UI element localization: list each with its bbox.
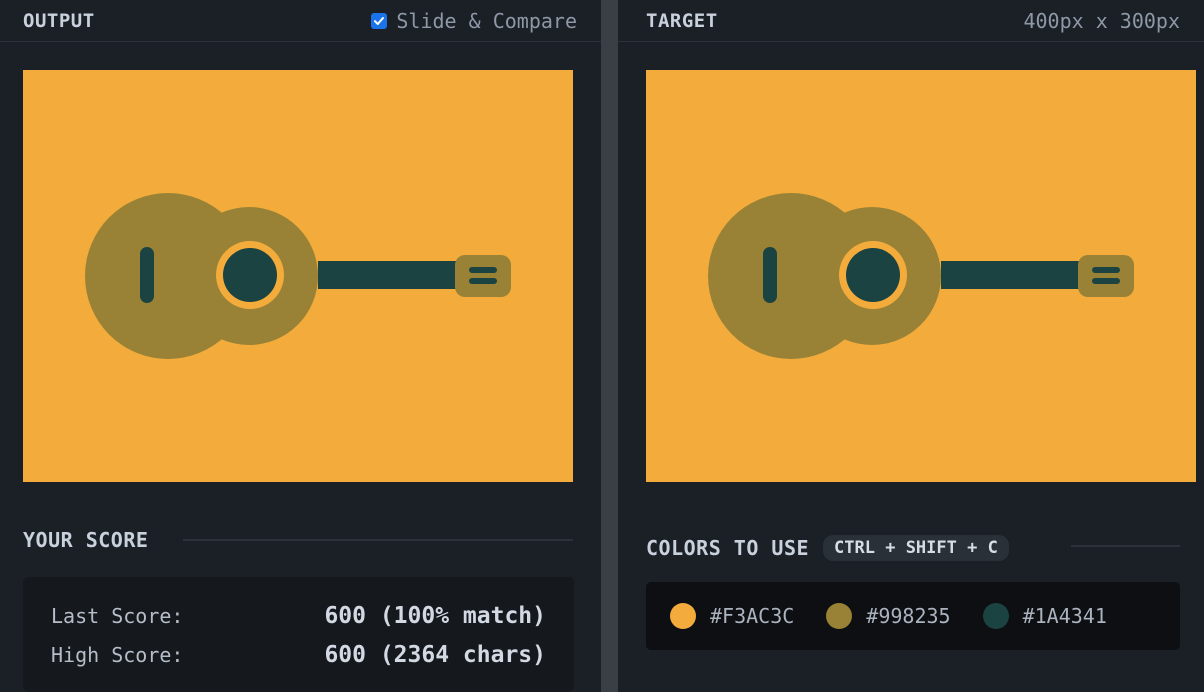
high-score-value: 600 (2364 chars) xyxy=(324,642,546,668)
color-swatch[interactable]: #F3AC3C xyxy=(670,603,794,629)
high-score-row: High Score: 600 (2364 chars) xyxy=(51,640,546,670)
high-score-label: High Score: xyxy=(51,643,184,667)
slide-compare-label: Slide & Compare xyxy=(396,8,577,33)
target-header: TARGET 400px x 300px xyxy=(618,0,1204,42)
guitar-soundhole xyxy=(223,248,277,302)
pane-splitter[interactable] xyxy=(601,0,618,692)
colors-section-header: COLORS TO USE CTRL + SHIFT + C xyxy=(646,535,1009,561)
output-pane: OUTPUT Slide & Compare YOUR SCORE Last S… xyxy=(0,0,601,692)
color-swatch[interactable]: #998235 xyxy=(826,603,951,629)
output-header: OUTPUT Slide & Compare xyxy=(0,0,601,42)
guitar-neck xyxy=(318,261,468,289)
output-canvas[interactable] xyxy=(23,70,573,482)
colors-divider xyxy=(1071,545,1180,547)
color-dot xyxy=(670,603,696,629)
last-score-value: 600 (100% match) xyxy=(324,603,546,629)
slide-compare-toggle[interactable]: Slide & Compare xyxy=(371,9,577,33)
color-dot xyxy=(826,603,853,629)
target-pane: TARGET 400px x 300px COLORS TO USE CTRL … xyxy=(618,0,1204,692)
last-score-row: Last Score: 600 (100% match) xyxy=(51,601,546,631)
copy-colors-shortcut-badge: CTRL + SHIFT + C xyxy=(823,535,1009,561)
score-divider xyxy=(183,539,573,541)
guitar-headstock xyxy=(455,255,511,297)
color-dot xyxy=(982,603,1009,629)
color-swatch-panel: #F3AC3C #998235 #1A4341 xyxy=(646,582,1180,650)
guitar-neck xyxy=(941,261,1091,289)
slide-compare-checkbox[interactable] xyxy=(371,12,388,29)
score-section-title: YOUR SCORE xyxy=(23,528,149,552)
target-dimensions: 400px x 300px xyxy=(1023,8,1180,33)
color-hex: #1A4341 xyxy=(1022,604,1107,628)
guitar-soundhole xyxy=(846,248,900,302)
guitar-headstock xyxy=(1078,255,1134,297)
color-hex: #F3AC3C xyxy=(710,604,795,628)
target-title: TARGET xyxy=(646,9,718,32)
guitar-tuning-peg xyxy=(1092,278,1120,284)
score-panel: Last Score: 600 (100% match) High Score:… xyxy=(23,577,574,692)
guitar-tuning-peg xyxy=(469,267,497,273)
target-canvas xyxy=(646,70,1196,482)
color-hex: #998235 xyxy=(866,604,951,628)
guitar-bridge xyxy=(763,247,777,303)
output-title: OUTPUT xyxy=(23,9,95,32)
color-swatch[interactable]: #1A4341 xyxy=(982,603,1107,629)
checkmark-icon xyxy=(374,16,385,25)
guitar-tuning-peg xyxy=(469,278,497,284)
last-score-label: Last Score: xyxy=(51,604,184,628)
guitar-tuning-peg xyxy=(1092,267,1120,273)
colors-section-title: COLORS TO USE xyxy=(646,536,810,560)
guitar-bridge xyxy=(140,247,154,303)
